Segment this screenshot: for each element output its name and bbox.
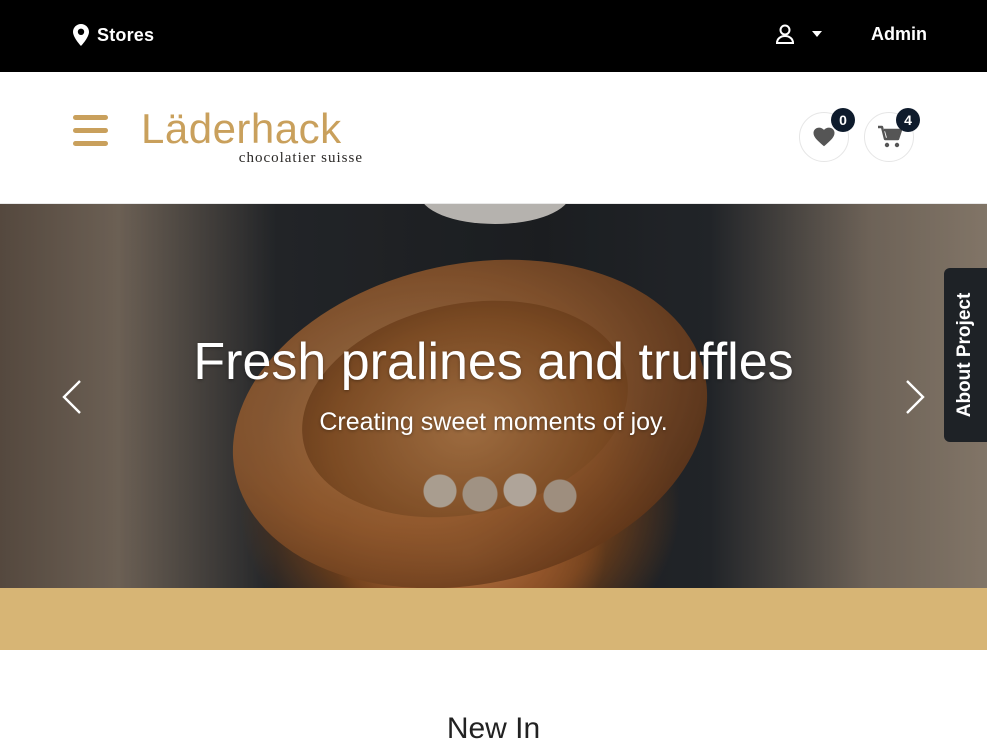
- heart-icon: [813, 127, 835, 147]
- hero-carousel[interactable]: Fresh pralines and truffles Creating swe…: [0, 204, 987, 588]
- site-header: Läderhack chocolatier suisse 0 4: [0, 72, 987, 204]
- cart-button[interactable]: 4: [864, 108, 920, 162]
- admin-link[interactable]: Admin: [871, 24, 927, 45]
- wishlist-button[interactable]: 0: [799, 108, 855, 162]
- logo-brand: Läderhack: [141, 105, 342, 152]
- carousel-next-button[interactable]: [903, 379, 927, 415]
- stores-link[interactable]: Stores: [73, 22, 154, 48]
- promo-band: [0, 588, 987, 650]
- top-bar: Stores Admin: [0, 0, 987, 72]
- carousel-prev-button[interactable]: [60, 379, 84, 415]
- user-menu[interactable]: [776, 24, 822, 44]
- section-title-new-in: New In: [446, 712, 541, 745]
- logo[interactable]: Läderhack chocolatier suisse: [141, 105, 366, 167]
- chevron-right-icon: [906, 380, 925, 414]
- location-pin-icon: [73, 24, 89, 46]
- about-project-tab[interactable]: About Project: [944, 268, 987, 442]
- hero-title: Fresh pralines and truffles: [193, 333, 794, 391]
- wishlist-count-badge: 0: [831, 108, 855, 132]
- user-icon: [776, 24, 794, 44]
- hamburger-icon[interactable]: [73, 115, 108, 147]
- hero-subtitle: Creating sweet moments of joy.: [319, 408, 668, 436]
- stores-label: Stores: [97, 24, 155, 45]
- chevron-left-icon: [62, 380, 81, 414]
- hero-overlay: [0, 204, 987, 588]
- about-project-label: About Project: [954, 292, 975, 418]
- logo-tagline: chocolatier suisse: [238, 150, 363, 166]
- caret-down-icon: [812, 31, 822, 37]
- cart-count-badge: 4: [896, 108, 920, 132]
